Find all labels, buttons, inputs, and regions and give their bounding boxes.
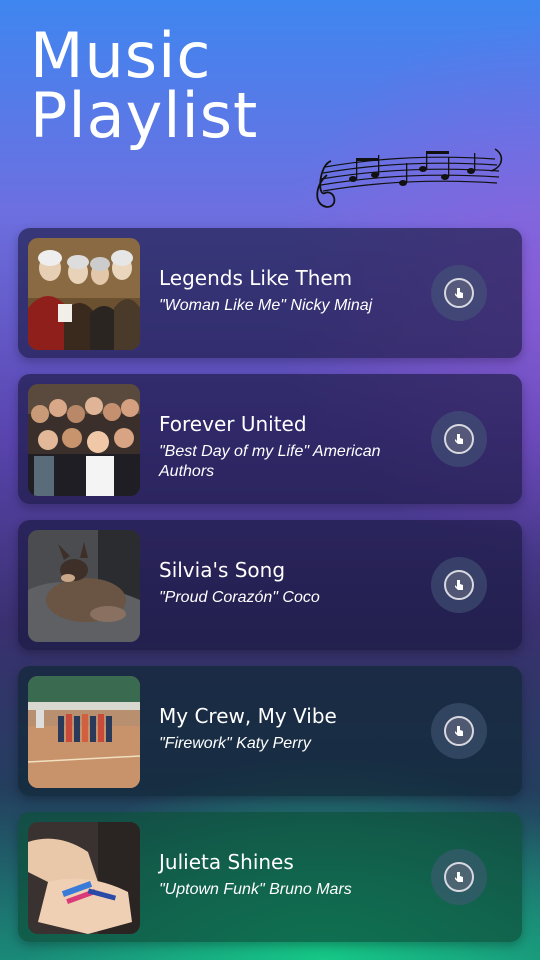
song-title: Silvia's Song bbox=[159, 558, 286, 582]
tap-icon bbox=[444, 278, 474, 308]
title-line-1: Music bbox=[30, 19, 212, 92]
song-title: Forever United bbox=[159, 412, 307, 436]
song-subtitle: "Uptown Funk" Bruno Mars bbox=[159, 881, 352, 898]
tap-icon bbox=[444, 424, 474, 454]
music-notes-icon bbox=[316, 148, 503, 208]
play-button[interactable] bbox=[431, 557, 487, 613]
sleeping-dog-image bbox=[28, 530, 140, 642]
team-huddle-image bbox=[28, 676, 140, 788]
tap-icon bbox=[444, 716, 474, 746]
playlist-item[interactable]: My Crew, My Vibe "Firework" Katy Perry bbox=[18, 666, 522, 796]
portrait-painting-image bbox=[28, 238, 140, 350]
song-subtitle: "Proud Corazón" Coco bbox=[159, 589, 320, 606]
group-selfie-image bbox=[28, 384, 140, 496]
friendship-bracelets-image bbox=[28, 822, 140, 934]
play-button[interactable] bbox=[431, 849, 487, 905]
song-title: My Crew, My Vibe bbox=[159, 704, 337, 728]
song-subtitle: "Best Day of my Life" American Authors bbox=[159, 443, 381, 480]
tap-icon bbox=[444, 862, 474, 892]
playlist-item[interactable]: Silvia's Song "Proud Corazón" Coco bbox=[18, 520, 522, 650]
song-subtitle: "Woman Like Me" Nicky Minaj bbox=[159, 297, 373, 314]
play-button[interactable] bbox=[431, 411, 487, 467]
title-line-2: Playlist bbox=[30, 79, 259, 152]
play-button[interactable] bbox=[431, 265, 487, 321]
tap-icon bbox=[444, 570, 474, 600]
song-title: Legends Like Them bbox=[159, 266, 353, 290]
playlist: Legends Like Them "Woman Like Me" Nicky … bbox=[18, 228, 522, 958]
playlist-item[interactable]: Forever United "Best Day of my Life" Ame… bbox=[18, 374, 522, 504]
playlist-item[interactable]: Legends Like Them "Woman Like Me" Nicky … bbox=[18, 228, 522, 358]
play-button[interactable] bbox=[431, 703, 487, 759]
song-subtitle: "Firework" Katy Perry bbox=[159, 735, 311, 752]
playlist-item[interactable]: Julieta Shines "Uptown Funk" Bruno Mars bbox=[18, 812, 522, 942]
song-title: Julieta Shines bbox=[159, 850, 294, 874]
page-title: Music Playlist bbox=[30, 19, 259, 152]
